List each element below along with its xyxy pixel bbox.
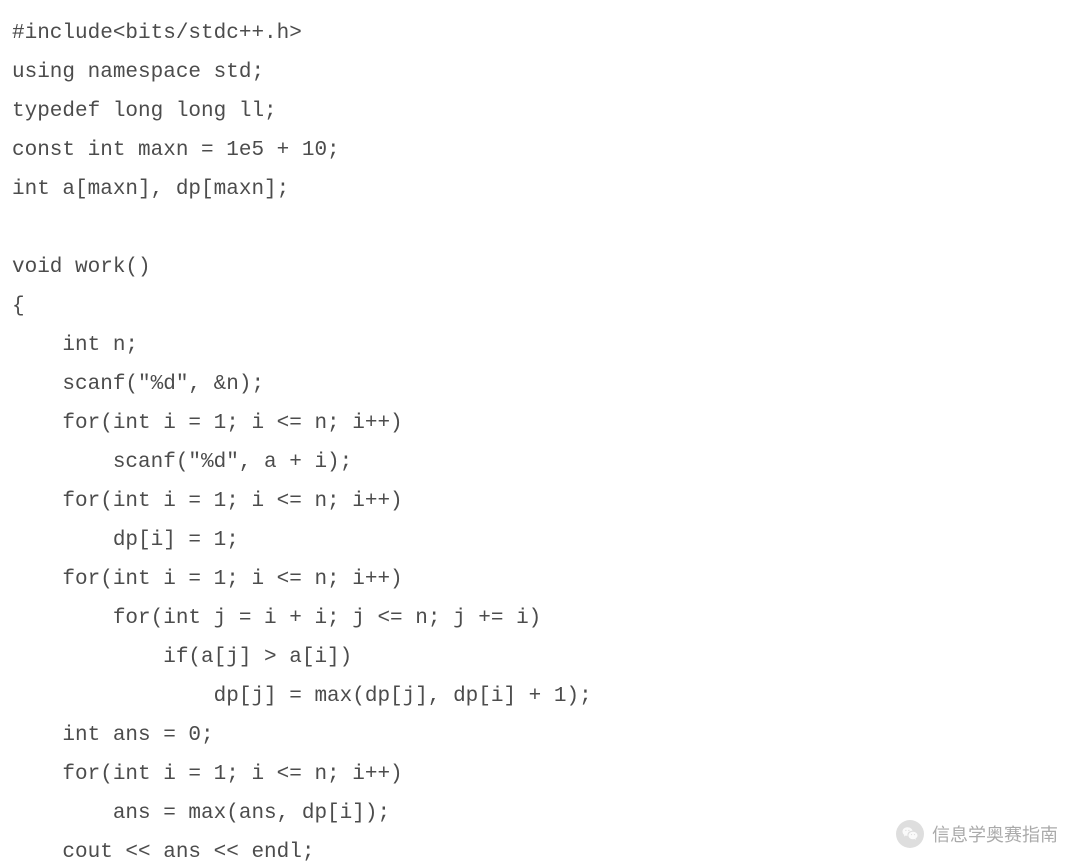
- watermark-text: 信息学奥赛指南: [932, 821, 1058, 847]
- wechat-icon: [896, 820, 924, 848]
- watermark: 信息学奥赛指南: [896, 820, 1058, 848]
- code-block: #include<bits/stdc++.h> using namespace …: [0, 0, 1080, 862]
